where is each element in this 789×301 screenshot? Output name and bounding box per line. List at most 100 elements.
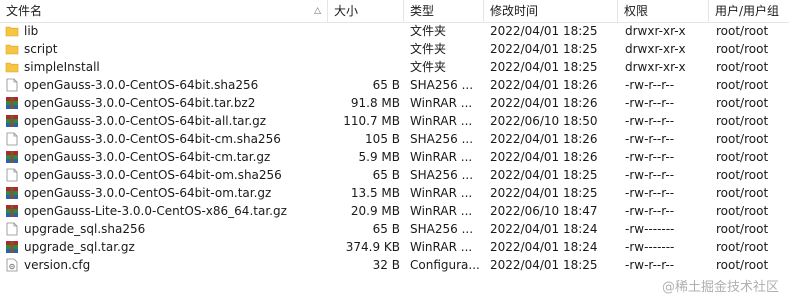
file-modified: 2022/04/01 18:25 (490, 258, 598, 272)
folder-icon (5, 42, 19, 56)
file-name: openGauss-3.0.0-CentOS-64bit-all.tar.gz (24, 114, 267, 128)
file-row[interactable]: lib 文件夹 2022/04/01 18:25 drwxr-xr-x root/roo… (0, 22, 789, 40)
file-owner: root/root (716, 24, 769, 38)
file-name: upgrade_sql.tar.gz (24, 240, 135, 254)
file-row[interactable]: openGauss-3.0.0-CentOS-64bit-cm.tar.gz 5.… (0, 148, 789, 166)
file-modified: 2022/04/01 18:26 (490, 150, 598, 164)
file-owner: root/root (716, 204, 769, 218)
sort-ascending-icon: △ (314, 6, 321, 16)
folder-icon (5, 24, 19, 38)
file-row[interactable]: script 文件夹 2022/04/01 18:25 drwxr-xr-x root/… (0, 40, 789, 58)
file-type: SHA256 ... (410, 78, 474, 92)
winrar-archive-icon (5, 150, 18, 164)
file-permissions: -rw-r--r-- (625, 132, 675, 146)
file-row[interactable]: openGauss-3.0.0-CentOS-64bit-cm.sha256 10… (0, 130, 789, 148)
file-list: lib 文件夹 2022/04/01 18:25 drwxr-xr-x root/roo… (0, 22, 789, 274)
column-header-owner[interactable]: 用户/用户组 (709, 0, 789, 22)
file-size (330, 22, 400, 40)
file-name: simpleInstall (24, 60, 100, 74)
file-type: 文件夹 (410, 42, 447, 56)
column-header-modified[interactable]: 修改时间 (484, 0, 618, 22)
file-owner: root/root (716, 42, 769, 56)
file-name: openGauss-3.0.0-CentOS-64bit-cm.sha256 (24, 132, 281, 146)
file-type: WinRAR ... (410, 240, 473, 254)
file-permissions: -rw-r--r-- (625, 258, 675, 272)
column-header-type-label: 类型 (410, 4, 435, 18)
file-modified: 2022/04/01 18:24 (490, 222, 598, 236)
file-row[interactable]: openGauss-3.0.0-CentOS-64bit.tar.bz2 91.8… (0, 94, 789, 112)
winrar-archive-icon (5, 96, 18, 110)
file-owner: root/root (716, 96, 769, 110)
file-modified: 2022/04/01 18:25 (490, 24, 598, 38)
file-type: SHA256 ... (410, 222, 474, 236)
file-row[interactable]: version.cfg 32 B Configura... 2022/04/01 18… (0, 256, 789, 274)
file-type: SHA256 ... (410, 168, 474, 182)
file-permissions: -rw-r--r-- (625, 96, 675, 110)
file-name: upgrade_sql.sha256 (24, 222, 146, 236)
file-owner: root/root (716, 78, 769, 92)
file-modified: 2022/04/01 18:26 (490, 132, 598, 146)
file-modified: 2022/04/01 18:25 (490, 186, 598, 200)
column-header-owner-label: 用户/用户组 (715, 4, 780, 18)
file-type: WinRAR ... (410, 96, 473, 110)
column-header-type[interactable]: 类型 (404, 0, 484, 22)
file-size: 110.7 MB (343, 114, 400, 128)
file-permissions: -rw-r--r-- (625, 114, 675, 128)
file-permissions: -rw------- (625, 222, 675, 236)
file-row[interactable]: upgrade_sql.sha256 65 B SHA256 ... 2022/04/… (0, 220, 789, 238)
file-type: WinRAR ... (410, 186, 473, 200)
file-owner: root/root (716, 168, 769, 182)
file-type: 文件夹 (410, 60, 447, 74)
file-permissions: -rw------- (625, 240, 675, 254)
winrar-archive-icon (5, 240, 18, 254)
file-row[interactable]: openGauss-3.0.0-CentOS-64bit.sha256 65 B S… (0, 76, 789, 94)
column-header-size-label: 大小 (334, 4, 359, 18)
file-permissions: -rw-r--r-- (625, 150, 675, 164)
file-name: openGauss-3.0.0-CentOS-64bit.tar.bz2 (24, 96, 256, 110)
file-permissions: drwxr-xr-x (625, 42, 686, 56)
file-modified: 2022/04/01 18:26 (490, 78, 598, 92)
file-type: WinRAR ... (410, 204, 473, 218)
column-header-permissions-label: 权限 (624, 4, 649, 18)
column-header-size[interactable]: 大小 (328, 0, 404, 22)
file-owner: root/root (716, 132, 769, 146)
file-row[interactable]: openGauss-3.0.0-CentOS-64bit-om.sha256 65… (0, 166, 789, 184)
file-row[interactable]: simpleInstall 文件夹 2022/04/01 18:25 drwxr-xr… (0, 58, 789, 76)
column-header-modified-label: 修改时间 (490, 4, 539, 18)
winrar-archive-icon (5, 114, 18, 128)
winrar-archive-icon (5, 204, 18, 218)
file-type: Configura... (410, 258, 480, 272)
file-type: WinRAR ... (410, 114, 473, 128)
file-name: openGauss-3.0.0-CentOS-64bit-om.tar.gz (24, 186, 272, 200)
file-size: 32 B (372, 258, 400, 272)
file-name: openGauss-3.0.0-CentOS-64bit-cm.tar.gz (24, 150, 271, 164)
file-name: openGauss-Lite-3.0.0-CentOS-x86_64.tar.g… (24, 204, 287, 218)
file-icon (5, 78, 18, 92)
column-header-name-label: 文件名 (6, 4, 43, 18)
file-size (330, 58, 400, 76)
file-size: 91.8 MB (350, 96, 400, 110)
file-permissions: drwxr-xr-x (625, 24, 686, 38)
file-size: 374.9 KB (345, 240, 400, 254)
config-file-icon (5, 258, 18, 272)
file-list-header: 文件名 △ 大小 类型 修改时间 权限 用户/用户组 (0, 0, 789, 23)
file-modified: 2022/04/01 18:25 (490, 168, 598, 182)
column-header-permissions[interactable]: 权限 (618, 0, 709, 22)
file-icon (5, 222, 18, 236)
file-size: 65 B (372, 168, 400, 182)
file-row[interactable]: openGauss-3.0.0-CentOS-64bit-all.tar.gz 1… (0, 112, 789, 130)
file-row[interactable]: upgrade_sql.tar.gz 374.9 KB WinRAR ... 2022… (0, 238, 789, 256)
file-modified: 2022/06/10 18:50 (490, 114, 598, 128)
file-permissions: -rw-r--r-- (625, 168, 675, 182)
file-icon (5, 168, 18, 182)
file-row[interactable]: openGauss-Lite-3.0.0-CentOS-x86_64.tar.g… (0, 202, 789, 220)
column-header-name[interactable]: 文件名 △ (0, 0, 328, 22)
file-size: 65 B (372, 78, 400, 92)
file-row[interactable]: openGauss-3.0.0-CentOS-64bit-om.tar.gz 13… (0, 184, 789, 202)
file-permissions: -rw-r--r-- (625, 78, 675, 92)
file-size: 13.5 MB (350, 186, 400, 200)
file-owner: root/root (716, 240, 769, 254)
file-owner: root/root (716, 114, 769, 128)
file-owner: root/root (716, 60, 769, 74)
file-name: script (24, 42, 58, 56)
